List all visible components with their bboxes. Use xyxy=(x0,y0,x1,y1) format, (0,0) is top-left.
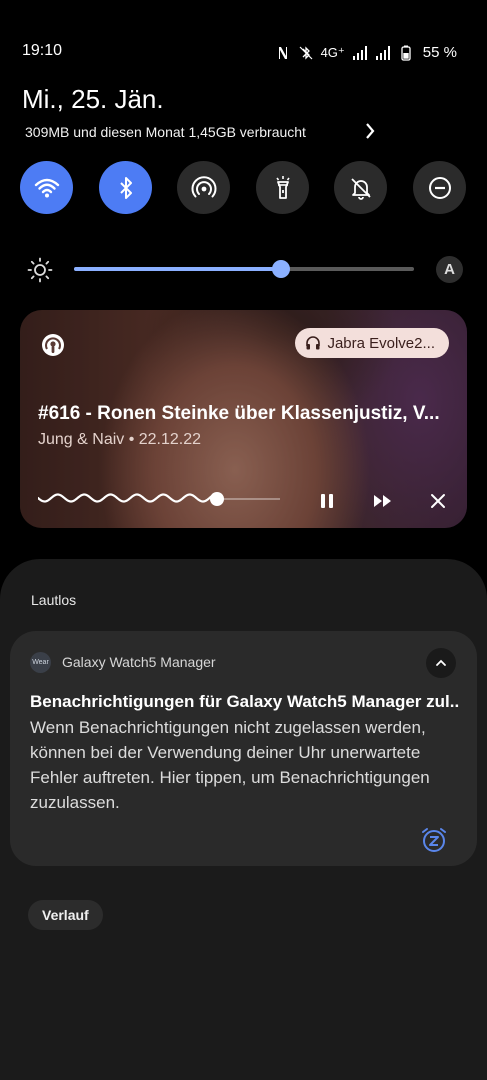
notification-card[interactable]: Wear Galaxy Watch5 Manager Benachrichtig… xyxy=(10,631,477,866)
podcast-app-icon xyxy=(42,334,64,356)
brightness-slider[interactable] xyxy=(74,267,414,271)
media-progress-remaining xyxy=(220,498,280,500)
data-usage-text[interactable]: 309MB und diesen Monat 1,45GB verbraucht xyxy=(25,124,306,140)
auto-brightness-button[interactable]: A xyxy=(436,256,463,283)
toggle-mute[interactable] xyxy=(334,161,387,214)
chevron-right-icon[interactable] xyxy=(362,121,378,141)
collapse-button[interactable] xyxy=(426,648,456,678)
media-player-card[interactable]: Jabra Evolve2... #616 - Ronen Steinke üb… xyxy=(20,310,467,528)
fast-forward-icon[interactable] xyxy=(372,490,394,512)
flashlight-icon xyxy=(275,175,290,199)
toggle-hotspot[interactable] xyxy=(177,161,230,214)
headphones-icon xyxy=(306,336,321,350)
battery-icon xyxy=(401,45,411,61)
media-subtitle: Jung & Naiv • 22.12.22 xyxy=(38,431,202,448)
wifi-icon xyxy=(34,178,59,197)
toggle-bluetooth[interactable] xyxy=(99,161,152,214)
pause-icon[interactable] xyxy=(316,490,338,512)
toggle-do-not-disturb[interactable] xyxy=(413,161,466,214)
date-label: Mi., 25. Jän. xyxy=(22,84,164,114)
status-time: 19:10 xyxy=(22,42,63,59)
battery-percent: 55 % xyxy=(422,44,457,61)
snooze-alarm-icon[interactable] xyxy=(420,826,448,854)
status-icons: 4G⁺ 55 % xyxy=(275,44,457,61)
notification-body: Wenn Benachrichtigungen nicht zugelassen… xyxy=(30,718,430,812)
network-type: 4G⁺ xyxy=(320,44,345,60)
brightness-icon xyxy=(27,257,53,283)
toggle-wifi[interactable] xyxy=(20,161,73,214)
section-label-silent: Lautlos xyxy=(31,592,77,608)
bluetooth-icon xyxy=(119,176,132,199)
media-progress-wave[interactable] xyxy=(38,491,223,505)
close-icon[interactable] xyxy=(427,490,449,512)
wear-app-icon: Wear xyxy=(30,652,51,673)
signal-icon xyxy=(352,45,367,60)
bell-off-icon xyxy=(350,177,371,200)
output-device-chip[interactable]: Jabra Evolve2... xyxy=(295,328,449,358)
toggle-flashlight[interactable] xyxy=(256,161,309,214)
media-progress-thumb[interactable] xyxy=(210,492,224,506)
signal-icon xyxy=(375,45,390,60)
brightness-fill xyxy=(74,267,282,271)
notification-app-name: Galaxy Watch5 Manager xyxy=(62,654,216,670)
chevron-up-icon xyxy=(436,659,446,666)
hotspot-icon xyxy=(191,175,216,197)
minus-circle-icon xyxy=(428,176,451,199)
output-device-label: Jabra Evolve2... xyxy=(327,334,435,352)
media-title: #616 - Ronen Steinke über Klassenjustiz,… xyxy=(38,403,440,424)
nfc-icon xyxy=(278,46,287,59)
notification-title: Benachrichtigungen für Galaxy Watch5 Man… xyxy=(30,692,460,711)
brightness-thumb[interactable] xyxy=(272,260,291,278)
bluetooth-muted-icon xyxy=(299,45,313,60)
history-button[interactable]: Verlauf xyxy=(28,900,103,930)
